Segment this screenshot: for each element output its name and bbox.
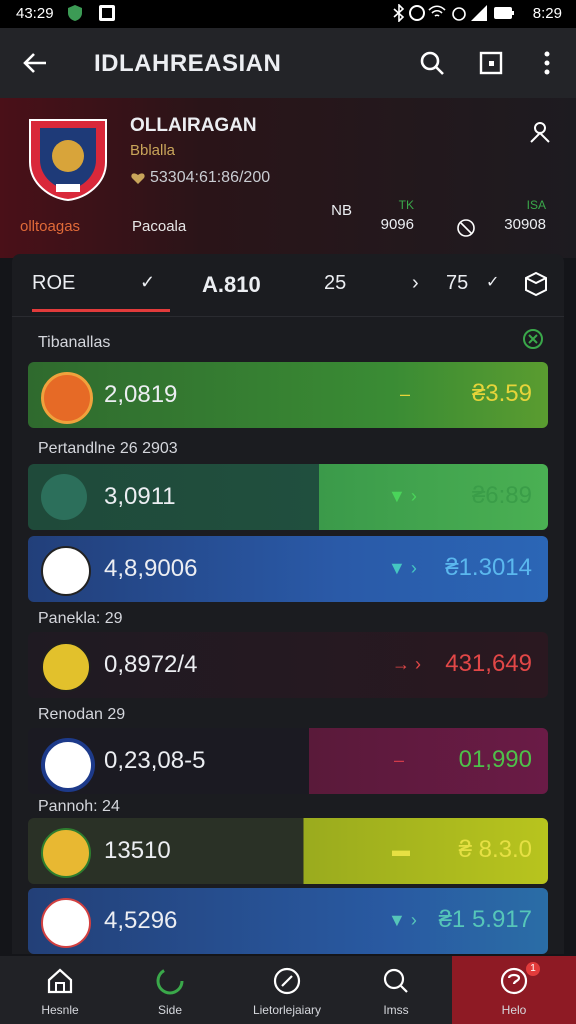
tag-left: olltoagas [20, 218, 81, 235]
home-icon [47, 968, 73, 994]
app-bar: IDLAHREASIAN [0, 28, 576, 98]
list-item[interactable]: 13510 ▬ ₴ 8.3.0 [28, 818, 548, 884]
row-value: 0,8972/4 [104, 651, 198, 678]
dash-icon: – [400, 384, 411, 404]
stat-5: ISA 30908 [504, 198, 546, 233]
tag-right: Pacoala [132, 218, 187, 235]
section-label-4: Renodan 29 [38, 706, 126, 723]
row-value: 13510 [104, 837, 171, 864]
tab-25[interactable]: 25 [324, 272, 346, 295]
bottom-nav: Hesnle Side Lietorlejaiary Imss 1 Helo [0, 956, 576, 1024]
nav-help[interactable]: 1 Helo [452, 956, 576, 1024]
team-logo-icon-2 [41, 642, 91, 692]
compass-icon [273, 967, 301, 995]
note-icon [99, 5, 115, 21]
row-value: 4,8,9006 [104, 555, 198, 582]
battery-icon [494, 7, 514, 19]
row-value: 3,0911 [104, 483, 176, 510]
close-circle-icon[interactable] [522, 328, 544, 350]
team-crest-icon [29, 119, 107, 202]
signal-icon [471, 5, 487, 21]
row-right-value: ₴ 8.3.0 [458, 836, 532, 863]
row-right-value: ₴3.59 [471, 380, 532, 407]
team-subtitle: Bblalla [130, 142, 176, 159]
dash-icon-3: ▬ [392, 840, 410, 860]
refresh-icon [156, 967, 184, 995]
wifi-icon [428, 5, 446, 17]
caret-down-icon-2: ▼ › [388, 558, 417, 578]
nav-history[interactable]: Lietorlejaiary [224, 956, 350, 1024]
list-item[interactable]: 4,8,9006 ▼ › ₴1.3014 [28, 536, 548, 602]
search-icon[interactable] [414, 45, 450, 81]
heart-icon [131, 173, 145, 184]
tennis-ball-icon [457, 219, 475, 237]
row-right-value: ₴1 5.917 [438, 906, 532, 933]
tab-bar: ROE ✓ A.810 25 › 75 ✓ [12, 256, 564, 317]
row-value: 2,0819 [104, 381, 178, 408]
stat-2: TK 9096 [380, 198, 414, 233]
row-right-value: ₴1.3014 [445, 554, 532, 581]
user-icon[interactable] [528, 120, 552, 144]
row-value: 4,5296 [104, 907, 178, 934]
square-icon[interactable] [473, 45, 509, 81]
check-icon[interactable]: ✓ [140, 272, 155, 293]
caret-down-icon-3: ▼ › [388, 910, 417, 930]
arrow-right-icon: → › [392, 654, 421, 674]
data-icon [409, 5, 425, 21]
notification-badge: 1 [526, 962, 540, 976]
list-item[interactable]: 0,8972/4 → › 431,649 [28, 632, 548, 698]
bluetooth-icon [393, 4, 405, 22]
ball-icon [41, 898, 91, 948]
list-item[interactable]: 3,0911 ▼ › ₴6:89 [28, 464, 548, 530]
page-title: IDLAHREASIAN [94, 50, 282, 77]
row-right-value: 431,649 [445, 650, 532, 677]
player-avatar-icon-2 [41, 828, 91, 878]
soccer-ball-icon [41, 546, 91, 596]
team-logo-icon-3 [41, 738, 95, 792]
status-time-right: 8:29 [532, 5, 562, 22]
cube-icon[interactable] [522, 270, 550, 298]
team-header: OLLAIRAGAN Bblalla 53304:61:86/200 ollto… [0, 98, 576, 258]
section-label-1: Tibanallas [38, 334, 111, 351]
row-right-value: ₴6:89 [471, 482, 532, 509]
check-icon-2[interactable]: ✓ [486, 272, 499, 292]
nav-search[interactable]: Imss [346, 956, 446, 1024]
stat-1: NB [331, 202, 352, 219]
tab-score[interactable]: A.810 [202, 272, 261, 298]
row-right-value: 01,990 [458, 746, 532, 773]
help-icon [500, 967, 528, 995]
section-label-5: Pannoh: 24 [38, 798, 120, 815]
status-bar: 43:29 8:29 [0, 0, 576, 28]
team-logo-icon [41, 372, 93, 424]
nav-home[interactable]: Hesnle [0, 956, 120, 1024]
team-meta: 53304:61:86/200 [150, 169, 271, 186]
nav-side[interactable]: Side [112, 956, 228, 1024]
list-item[interactable]: 4,5296 ▼ › ₴1 5.917 [28, 888, 548, 954]
team-name: OLLAIRAGAN [130, 115, 257, 136]
dash-icon-2: – [394, 750, 405, 770]
alarm-icon [452, 7, 466, 21]
row-value: 0,23,08-5 [104, 747, 206, 774]
list-item[interactable]: 0,23,08-5 – 01,990 [28, 728, 548, 794]
player-avatar-icon [41, 474, 87, 520]
back-arrow-icon[interactable] [18, 45, 54, 81]
caret-down-icon: ▼ › [388, 486, 417, 506]
status-time-left: 43:29 [16, 5, 54, 22]
tab-75[interactable]: 75 [446, 272, 468, 295]
chevron-right-icon[interactable]: › [412, 272, 419, 295]
list-item[interactable]: 2,0819 – ₴3.59 [28, 362, 548, 428]
more-vert-icon[interactable] [529, 45, 565, 81]
section-label-2: Pertandlne 26 2903 [38, 440, 178, 457]
section-label-3: Panekla: 29 [38, 610, 123, 627]
shield-icon [68, 5, 82, 21]
search-icon-nav [383, 968, 408, 993]
